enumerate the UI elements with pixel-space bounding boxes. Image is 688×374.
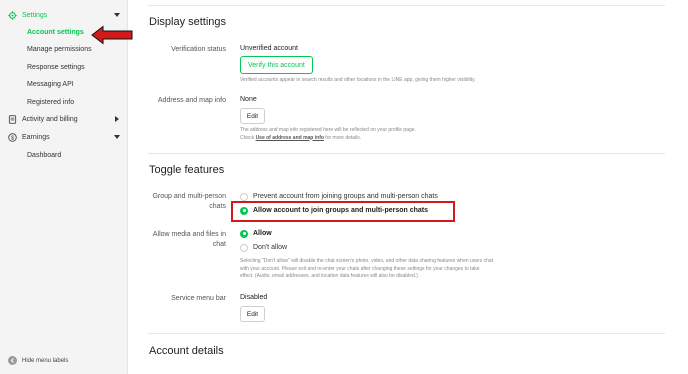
edit-service-menu-button[interactable]: Edit (240, 306, 265, 322)
radio-label: Prevent account from joining groups and … (253, 193, 438, 200)
address-note-line1: The address and map info registered here… (240, 127, 416, 133)
document-icon (8, 114, 17, 124)
top-divider (148, 5, 665, 6)
sidebar: Settings Account settings Manage permiss… (0, 0, 128, 374)
radio-dont-allow-media[interactable]: Don't allow (240, 242, 287, 253)
radio-allow-media[interactable]: Allow (240, 228, 272, 239)
sidebar-item-dashboard[interactable]: Dashboard (27, 148, 61, 162)
main-content: Display settings Verification status Unv… (128, 0, 688, 374)
verify-account-button[interactable]: Verify this account (240, 56, 313, 74)
hide-menu-labels-label: Hide menu labels (22, 357, 69, 364)
media-note: Selecting "Don't allow" will disable the… (240, 258, 494, 279)
section-title-toggle-features: Toggle features (149, 164, 225, 176)
sidebar-group-label: Earnings (22, 133, 50, 141)
verification-status-label: Verification status (171, 46, 226, 53)
address-map-label: Address and map info (157, 97, 226, 104)
sidebar-item-response-settings[interactable]: Response settings (27, 60, 85, 74)
address-map-info-link[interactable]: Use of address and map info (256, 135, 324, 141)
media-files-label: Allow media and files in chat (152, 231, 226, 248)
edit-address-button[interactable]: Edit (240, 108, 265, 124)
sidebar-item-messaging-api[interactable]: Messaging API (27, 77, 74, 91)
sidebar-group-earnings[interactable]: $ Earnings (8, 129, 121, 145)
address-note-prefix: Check (240, 134, 256, 141)
radio-label: Allow (253, 230, 272, 237)
verification-note: Verified accounts appear in search resul… (240, 77, 476, 83)
service-menu-value: Disabled (240, 294, 268, 301)
radio-button[interactable] (240, 243, 248, 252)
gear-icon (8, 10, 17, 20)
section-divider (148, 153, 665, 154)
service-menu-label: Service menu bar (171, 295, 226, 302)
address-map-value: None (240, 96, 257, 103)
chevron-right-icon (113, 115, 121, 123)
verification-status-value: Unverified account (240, 45, 298, 52)
address-note-line2: Check Use of address and map info for mo… (240, 135, 540, 143)
annotation-arrow (91, 25, 133, 45)
section-divider (148, 333, 665, 334)
address-note-suffix: for more details. (323, 134, 362, 141)
sidebar-item-registered-info[interactable]: Registered info (27, 95, 74, 109)
address-note: The address and map info registered here… (240, 127, 540, 142)
section-title-account-details: Account details (149, 345, 224, 357)
radio-label: Don't allow (253, 244, 288, 251)
collapse-icon (8, 356, 17, 365)
section-title-display-settings: Display settings (149, 16, 227, 28)
chevron-down-icon (113, 133, 121, 141)
hide-menu-labels-toggle[interactable]: Hide menu labels (8, 356, 68, 365)
radio-button-checked[interactable] (240, 229, 248, 238)
sidebar-group-label: Activity and billing (22, 115, 78, 123)
radio-button[interactable] (240, 192, 248, 201)
dollar-icon: $ (8, 132, 17, 142)
chevron-down-icon (113, 11, 121, 19)
group-chats-label: Group and multi-person chats (152, 193, 226, 210)
annotation-highlight-box (231, 201, 455, 222)
sidebar-group-label: Settings (22, 11, 48, 19)
sidebar-group-settings[interactable]: Settings (8, 7, 121, 23)
sidebar-item-manage-permissions[interactable]: Manage permissions (27, 42, 92, 56)
sidebar-group-activity-billing[interactable]: Activity and billing (8, 111, 121, 127)
sidebar-item-account-settings[interactable]: Account settings (27, 25, 84, 39)
